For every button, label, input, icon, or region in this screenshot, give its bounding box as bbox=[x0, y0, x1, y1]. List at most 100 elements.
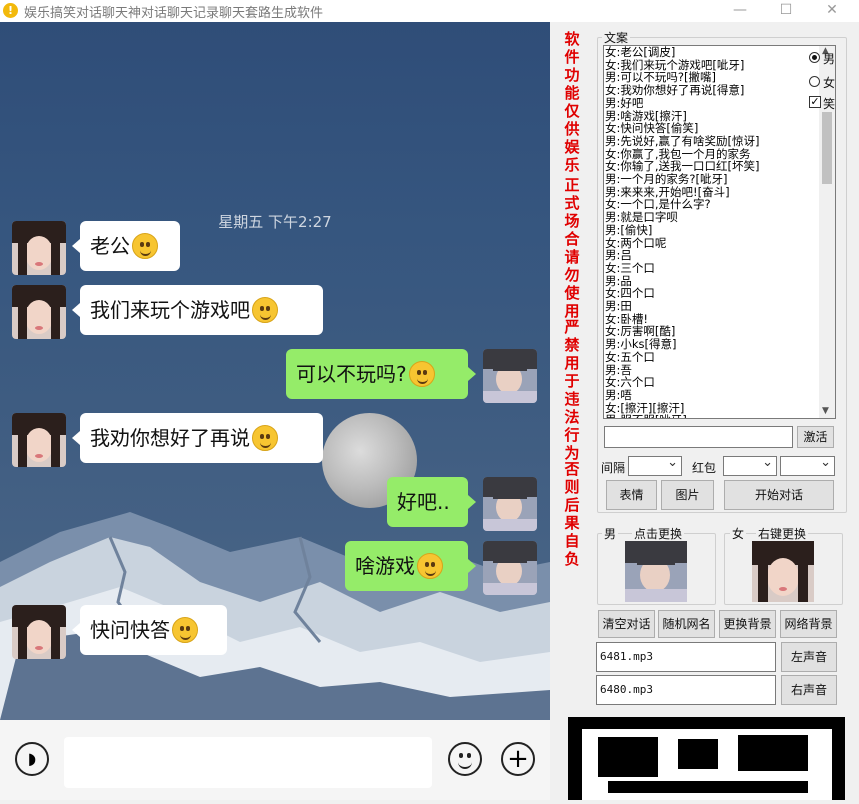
script-line: 女:老公[调皮] bbox=[605, 45, 676, 59]
script-line: 女:五个口 bbox=[605, 349, 655, 364]
script-line: 男:唔 bbox=[605, 387, 632, 402]
male-avatar[interactable] bbox=[483, 477, 537, 531]
activation-code-input[interactable] bbox=[604, 426, 793, 448]
laugh-checkbox-label: 笑 bbox=[823, 97, 836, 111]
activate-button[interactable]: 激活 bbox=[797, 426, 834, 448]
close-button[interactable]: ✕ bbox=[809, 0, 855, 22]
tongue-wink-emoji bbox=[132, 232, 158, 259]
left-sound-button[interactable]: 左声音 bbox=[781, 642, 837, 672]
interval-label: 间隔 bbox=[601, 461, 626, 475]
script-line: 男:好吧 bbox=[605, 95, 644, 110]
right-sound-file-input[interactable]: 6480.mp3 bbox=[596, 675, 776, 705]
message-text: 好吧.. bbox=[397, 490, 450, 514]
script-line: 男:服不服[呲牙] bbox=[605, 414, 820, 418]
maximize-button[interactable]: ☐ bbox=[763, 0, 809, 22]
male-group-label: 男 bbox=[602, 525, 619, 542]
smiley-icon[interactable] bbox=[448, 742, 482, 776]
network-background-button[interactable]: 网络背景 bbox=[780, 610, 837, 638]
scrollbar-thumb[interactable] bbox=[822, 112, 832, 184]
chat-bubble[interactable]: 好吧.. bbox=[387, 477, 468, 527]
chat-bubble[interactable]: 啥游戏 bbox=[345, 541, 468, 591]
script-line: 女:六个口 bbox=[605, 375, 655, 390]
change-background-button[interactable]: 更换背景 bbox=[719, 610, 776, 638]
chat-bubble[interactable]: 可以不玩吗? bbox=[286, 349, 468, 399]
message-text: 啥游戏 bbox=[355, 554, 415, 578]
male-avatar[interactable] bbox=[483, 541, 537, 595]
dizzy-emoji bbox=[417, 552, 443, 579]
message-text: 老公 bbox=[90, 234, 130, 258]
female-avatar[interactable] bbox=[12, 221, 66, 275]
voice-icon[interactable]: ◗ bbox=[15, 742, 49, 776]
script-line: 女:我劝你想好了再说[得意] bbox=[605, 83, 745, 98]
warning-text-2: 正式场合请勿使用 bbox=[564, 176, 580, 320]
start-dialog-button[interactable]: 开始对话 bbox=[724, 480, 834, 510]
script-line: 女:四个口 bbox=[605, 286, 655, 301]
redpacket-label: 红包 bbox=[692, 461, 717, 475]
male-radio[interactable] bbox=[809, 52, 820, 63]
plus-icon[interactable]: + bbox=[501, 742, 535, 776]
script-label: 文案 bbox=[602, 29, 631, 46]
female-avatar[interactable] bbox=[12, 413, 66, 467]
script-line: 男:一个月的家务?[呲牙] bbox=[605, 172, 728, 187]
script-line: 女:三个口 bbox=[605, 260, 655, 275]
female-radio[interactable] bbox=[809, 76, 820, 87]
left-sound-file-input[interactable]: 6481.mp3 bbox=[596, 642, 776, 672]
message-text: 可以不玩吗? bbox=[296, 362, 407, 386]
redpacket-amount-select[interactable] bbox=[780, 455, 835, 476]
female-group-hint: 右键更换 bbox=[756, 525, 809, 542]
message-text: 我劝你想好了再说 bbox=[90, 426, 250, 450]
script-line: 男:小ks[得意] bbox=[605, 337, 677, 352]
female-radio-label: 女 bbox=[823, 76, 836, 90]
female-group-label: 女 bbox=[730, 525, 747, 542]
female-avatar[interactable] bbox=[12, 285, 66, 339]
message-text: 我们来玩个游戏吧 bbox=[90, 298, 250, 322]
male-group-hint: 点击更换 bbox=[632, 525, 685, 542]
warning-text-1: 软件功能仅供娱乐 bbox=[564, 30, 580, 174]
bubble-tail bbox=[468, 367, 476, 381]
chat-bubble[interactable]: 快问快答 bbox=[80, 605, 227, 655]
warning-text-4: 否则后果自负 bbox=[564, 460, 580, 568]
sunglasses-emoji bbox=[252, 424, 278, 451]
chat-bubble[interactable]: 我劝你想好了再说 bbox=[80, 413, 323, 463]
emoji-button[interactable]: 表情 bbox=[606, 480, 657, 510]
bubble-tail bbox=[468, 495, 476, 509]
bubble-tail bbox=[72, 431, 80, 445]
script-line: 女:两个口呢 bbox=[605, 235, 667, 250]
laugh-checkbox[interactable]: ✓ bbox=[809, 96, 821, 108]
scroll-down-icon[interactable]: ▼ bbox=[822, 406, 829, 416]
right-sound-button[interactable]: 右声音 bbox=[781, 675, 837, 705]
bubble-tail bbox=[72, 623, 80, 637]
chat-bubble[interactable]: 老公 bbox=[80, 221, 180, 271]
script-line: 男:先说好,赢了有啥奖励[惊讶] bbox=[605, 133, 760, 148]
bubble-tail bbox=[72, 239, 80, 253]
qr-preview bbox=[568, 717, 845, 800]
smile-emoji bbox=[408, 360, 435, 387]
message-input[interactable] bbox=[64, 737, 432, 788]
male-avatar[interactable] bbox=[483, 349, 537, 403]
window-title: 娱乐搞笑对话聊天神对话聊天记录聊天套路生成软件 bbox=[24, 6, 324, 21]
random-name-button[interactable]: 随机网名 bbox=[658, 610, 715, 638]
warning-text-3: 严禁用于违法行为 bbox=[564, 318, 580, 462]
bubble-tail bbox=[72, 303, 80, 317]
image-button[interactable]: 图片 bbox=[661, 480, 714, 510]
chat-bubble[interactable]: 我们来玩个游戏吧 bbox=[80, 285, 323, 335]
thinking-emoji bbox=[172, 616, 198, 643]
clear-dialog-button[interactable]: 清空对话 bbox=[598, 610, 655, 638]
script-line: 男:就是口字呗 bbox=[605, 210, 678, 225]
female-avatar[interactable] bbox=[12, 605, 66, 659]
female-avatar-picker[interactable] bbox=[752, 541, 814, 602]
script-line: 男:田 bbox=[605, 299, 632, 314]
minimize-button[interactable]: — bbox=[717, 0, 763, 22]
script-textarea[interactable]: 女:老公[调皮] 女:我们来玩个游戏吧[呲牙] 男:可以不玩吗?[撇嘴] 女:我劝你想… bbox=[603, 45, 836, 419]
redpacket-select[interactable] bbox=[723, 455, 777, 476]
chat-area: 星期五 下午2:27 老公 我们来玩个游戏吧 可以不玩吗? 我劝你想好了再说 好… bbox=[0, 22, 550, 720]
script-lines: 女:老公[调皮] 女:我们来玩个游戏吧[呲牙] 男:可以不玩吗?[撇嘴] 女:我劝你想… bbox=[605, 45, 820, 418]
message-text: 快问快答 bbox=[90, 618, 170, 642]
grin-emoji bbox=[252, 296, 278, 323]
male-avatar-picker[interactable] bbox=[625, 541, 687, 602]
interval-select[interactable] bbox=[628, 455, 682, 476]
bubble-tail bbox=[468, 559, 476, 573]
warning-icon: ! bbox=[3, 3, 18, 18]
male-radio-label: 男 bbox=[823, 52, 836, 66]
script-line: 男:[偷快] bbox=[605, 222, 653, 237]
